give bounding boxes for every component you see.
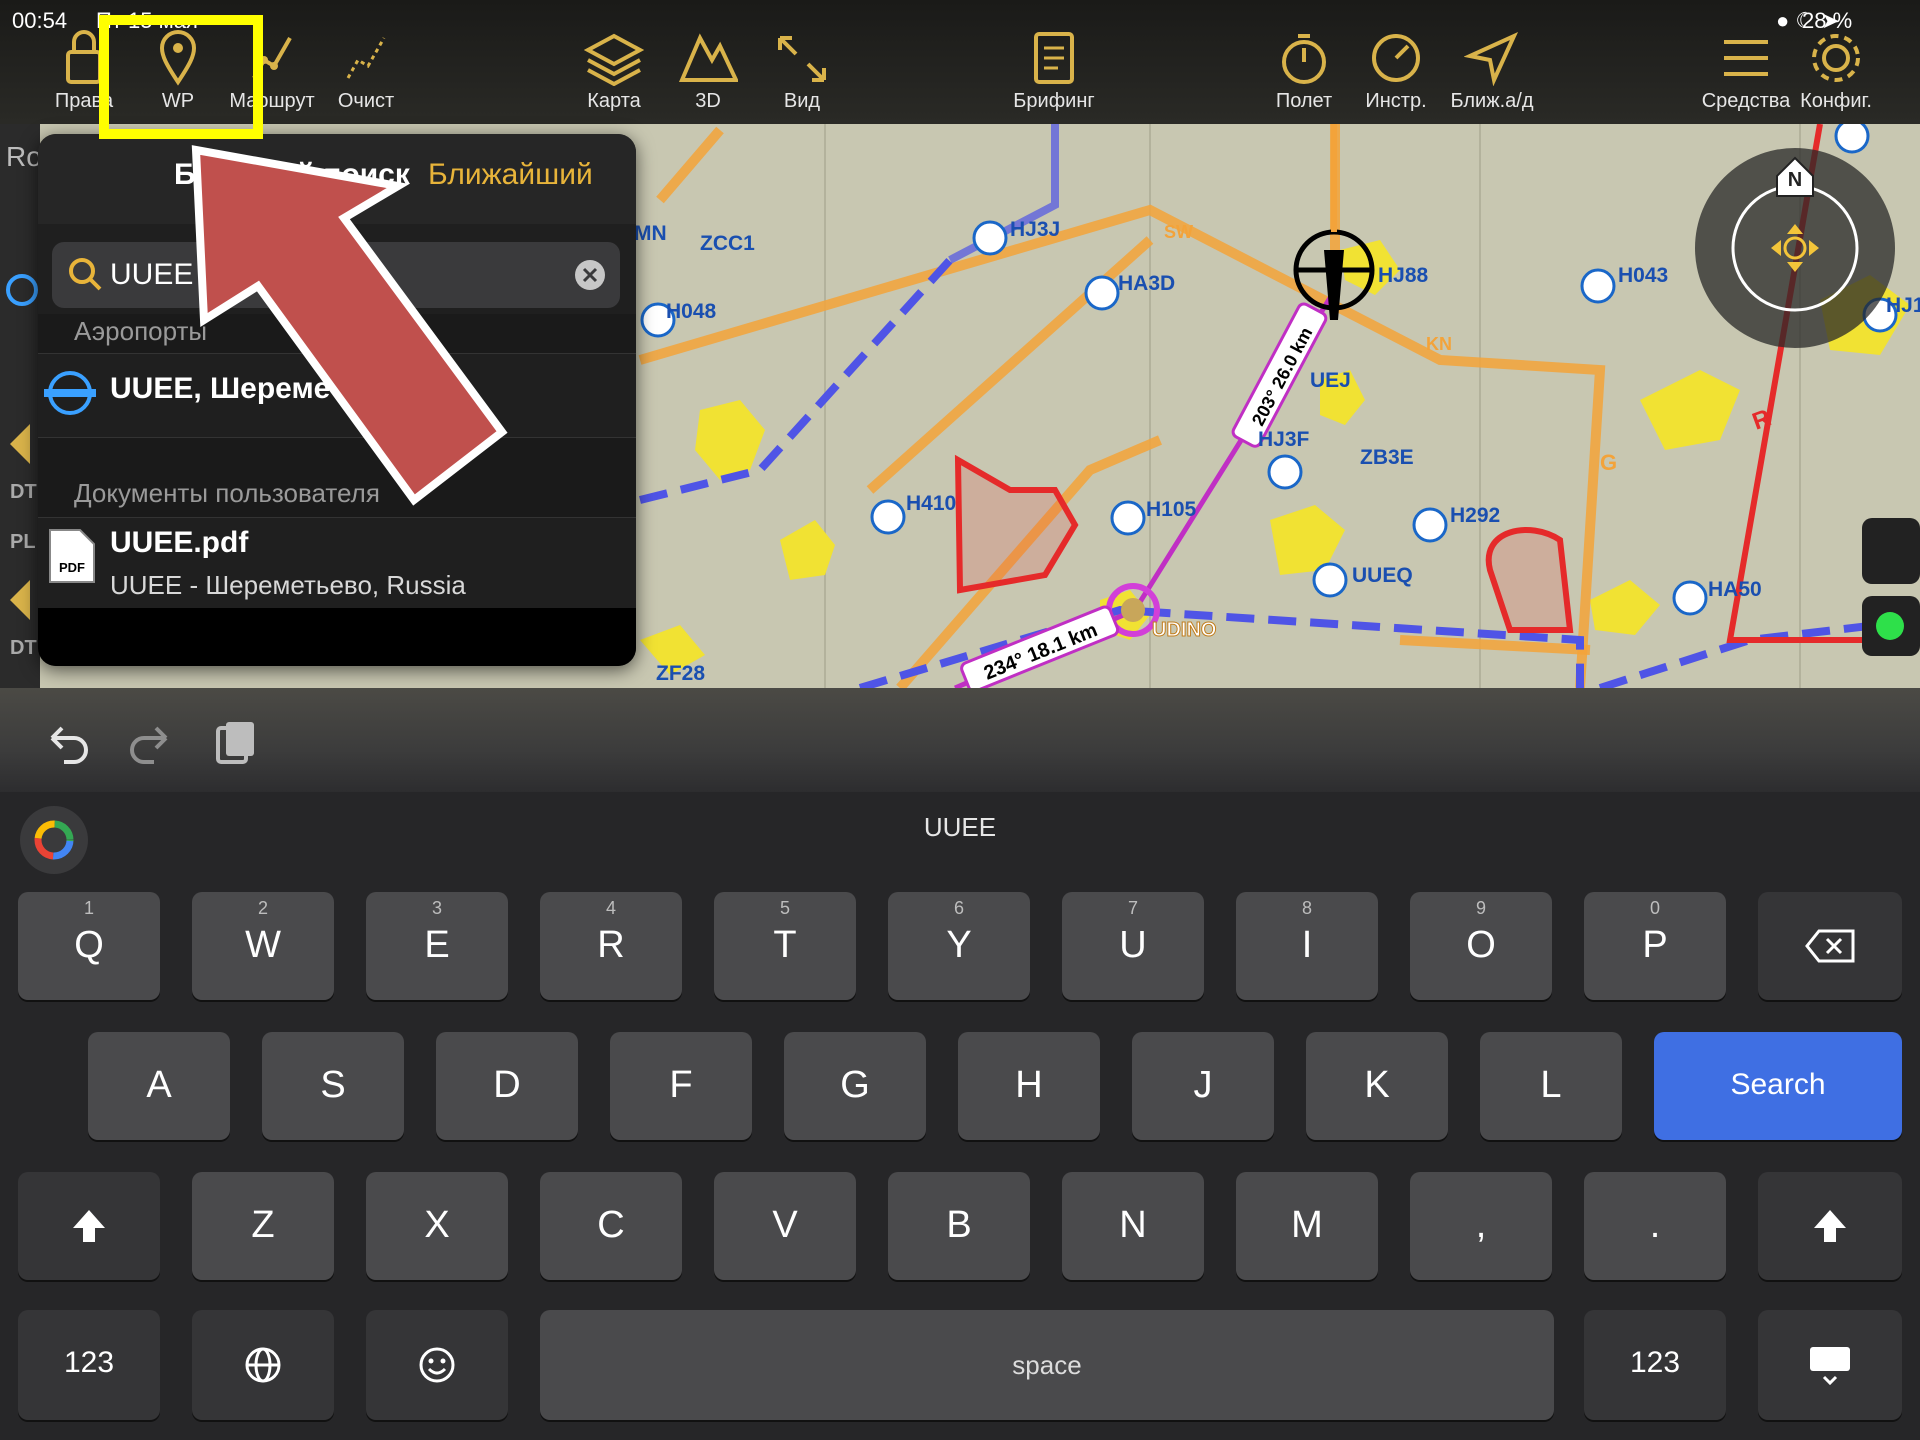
key-d[interactable]: D [436, 1032, 578, 1140]
key-j[interactable]: J [1132, 1032, 1274, 1140]
keyboard-suggestion[interactable]: UUEE [0, 812, 1920, 843]
key-numbers-left[interactable]: 123 [18, 1310, 160, 1420]
paste-icon[interactable] [206, 718, 260, 766]
key-i[interactable]: 8I [1236, 892, 1378, 1000]
key-w[interactable]: 2W [192, 892, 334, 1000]
key-a[interactable]: A [88, 1032, 230, 1140]
key-period[interactable]: . [1584, 1172, 1726, 1280]
key-p[interactable]: 0P [1584, 892, 1726, 1000]
red-arrow [191, 145, 508, 506]
annotation-overlay [99, 15, 508, 506]
key-emoji[interactable] [366, 1310, 508, 1420]
backspace-icon [1805, 929, 1855, 963]
onscreen-keyboard: UUEE 1Q 2W 3E 4R 5T 6Y 7U 8I 9O 0P A S D… [0, 792, 1920, 1440]
key-comma[interactable]: , [1410, 1172, 1552, 1280]
shift-icon [1814, 1210, 1846, 1242]
key-globe[interactable] [192, 1310, 334, 1420]
key-n[interactable]: N [1062, 1172, 1204, 1280]
key-c[interactable]: C [540, 1172, 682, 1280]
key-g[interactable]: G [784, 1032, 926, 1140]
key-shift-right[interactable] [1758, 1172, 1902, 1280]
key-k[interactable]: K [1306, 1032, 1448, 1140]
key-shift-left[interactable] [18, 1172, 160, 1280]
shift-icon [73, 1210, 105, 1242]
key-f[interactable]: F [610, 1032, 752, 1140]
search-key[interactable]: Search [1654, 1032, 1902, 1140]
key-r[interactable]: 4R [540, 892, 682, 1000]
hide-keyboard-icon [1810, 1347, 1850, 1385]
key-numbers-right[interactable]: 123 [1584, 1310, 1726, 1420]
key-e[interactable]: 3E [366, 892, 508, 1000]
key-q[interactable]: 1Q [18, 892, 160, 1000]
key-m[interactable]: M [1236, 1172, 1378, 1280]
key-backspace[interactable] [1758, 892, 1902, 1000]
key-x[interactable]: X [366, 1172, 508, 1280]
key-t[interactable]: 5T [714, 892, 856, 1000]
key-hide-keyboard[interactable] [1758, 1310, 1902, 1420]
key-space[interactable]: space [540, 1310, 1554, 1420]
key-u[interactable]: 7U [1062, 892, 1204, 1000]
editing-toolbar [0, 688, 1920, 792]
key-z[interactable]: Z [192, 1172, 334, 1280]
wp-highlight-box [99, 15, 263, 139]
key-o[interactable]: 9O [1410, 892, 1552, 1000]
globe-icon [245, 1347, 281, 1383]
key-h[interactable]: H [958, 1032, 1100, 1140]
key-l[interactable]: L [1480, 1032, 1622, 1140]
emoji-icon [419, 1347, 455, 1383]
key-s[interactable]: S [262, 1032, 404, 1140]
key-y[interactable]: 6Y [888, 892, 1030, 1000]
redo-icon[interactable] [124, 718, 178, 766]
key-v[interactable]: V [714, 1172, 856, 1280]
key-b[interactable]: B [888, 1172, 1030, 1280]
undo-icon[interactable] [40, 718, 94, 766]
